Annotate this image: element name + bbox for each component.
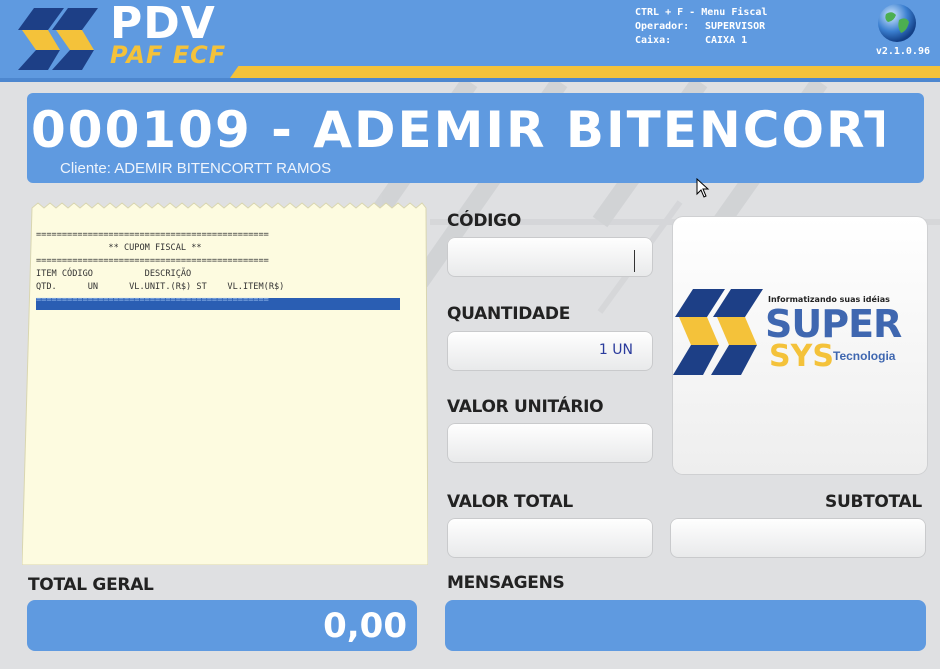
codigo-label: CÓDIGO: [447, 211, 521, 231]
quantidade-input[interactable]: 1 UN: [447, 331, 653, 371]
valor-unitario-input[interactable]: [447, 423, 653, 463]
total-geral-label: TOTAL GERAL: [28, 575, 154, 595]
quantidade-value: 1 UN: [598, 342, 633, 358]
receipt-line: QTD. UN VL.UNIT.(R$) ST VL.ITEM(R$): [36, 282, 285, 292]
mensagens-label: MENSAGENS: [447, 573, 565, 593]
subtotal-label: SUBTOTAL: [825, 492, 922, 512]
version-label: v2.1.0.96: [875, 46, 930, 57]
register-label: Caixa:: [635, 35, 672, 46]
brand-word-sys: SYS: [769, 339, 834, 374]
valor-total-input[interactable]: [447, 518, 653, 558]
receipt-content: ========================================…: [36, 229, 406, 307]
customer-banner: 000109 - ADEMIR BITENCORTT RAMOS Cliente…: [27, 93, 924, 183]
valor-total-label: VALOR TOTAL: [447, 492, 573, 512]
supersys-logo-icon: [673, 289, 763, 375]
receipt-line: ========================================…: [36, 230, 269, 240]
globe-icon: [878, 4, 916, 42]
app-header: PDV PAF ECF CTRL + F - Menu Fiscal Opera…: [0, 0, 940, 82]
brand-word-super: SUPER: [765, 302, 902, 346]
shortcut-hint: CTRL + F - Menu Fiscal: [635, 7, 768, 18]
customer-name-heading: 000109 - ADEMIR BITENCORTT RAMOS: [31, 101, 884, 159]
subtotal-input[interactable]: [670, 518, 926, 558]
brand-word-tecnologia: Tecnologia: [833, 349, 896, 363]
receipt-line-selected: ========================================…: [36, 295, 269, 305]
logo-subtitle: PAF ECF: [110, 41, 227, 69]
logo-title: PDV: [110, 0, 216, 49]
total-geral-box: 0,00: [27, 600, 417, 651]
header-accent-stripe: [230, 66, 940, 78]
client-label: Cliente: ADEMIR BITENCORTT RAMOS: [60, 160, 332, 177]
codigo-input[interactable]: [447, 237, 653, 277]
mouse-pointer-icon: [696, 178, 710, 198]
operator-label: Operador:: [635, 21, 690, 32]
pdv-logo-icon: [18, 8, 98, 70]
brand-logo-panel: Informatizando suas idéias SUPER SYS Tec…: [673, 217, 927, 474]
receipt-line: ** CUPOM FISCAL **: [36, 243, 202, 253]
receipt-line: ITEM CÓDIGO DESCRIÇÃO: [36, 269, 192, 279]
text-caret: [634, 250, 635, 272]
valor-unitario-label: VALOR UNITÁRIO: [447, 397, 604, 417]
operator-value: SUPERVISOR: [705, 21, 766, 32]
mensagens-box: [445, 600, 926, 651]
register-value: CAIXA 1: [705, 35, 748, 46]
total-geral-value: 0,00: [323, 606, 407, 646]
header-info: CTRL + F - Menu Fiscal Operador: SUPERVIS…: [635, 6, 767, 48]
receipt-line: ========================================…: [36, 256, 269, 266]
quantidade-label: QUANTIDADE: [447, 304, 571, 324]
